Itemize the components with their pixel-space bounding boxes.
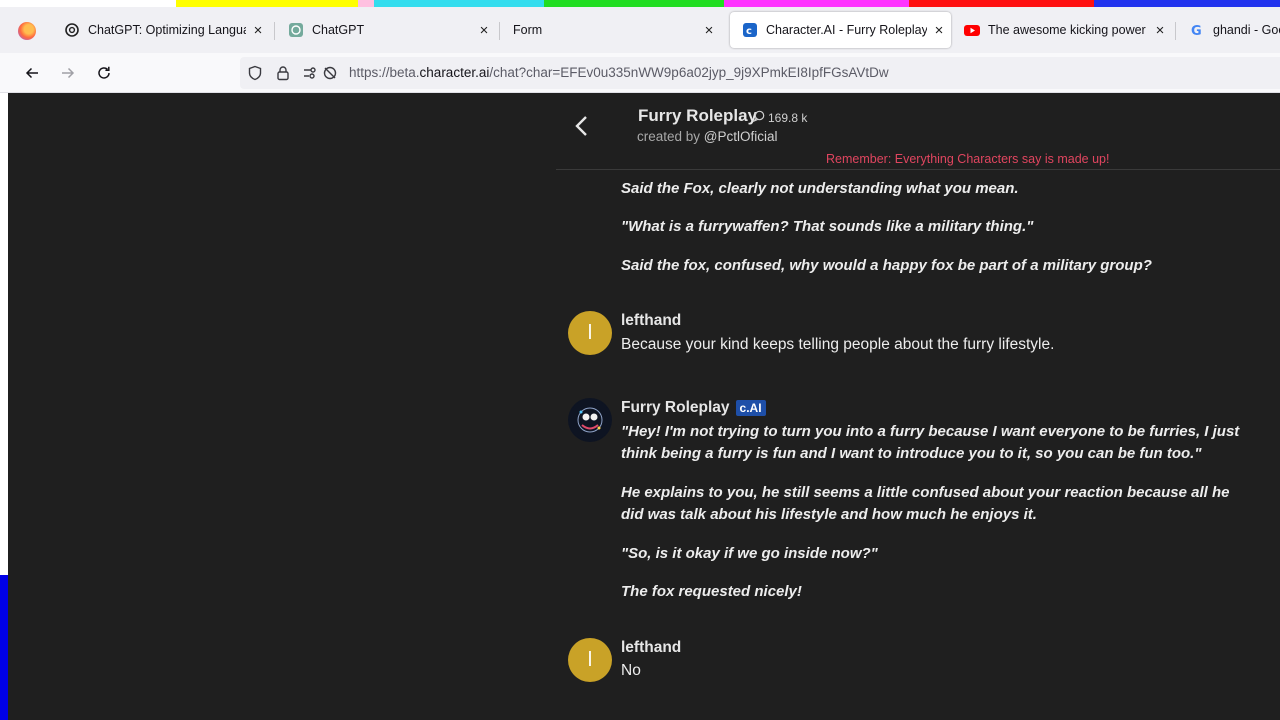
close-icon[interactable]: ×	[246, 22, 270, 39]
chat-bubble-icon	[752, 110, 765, 125]
message-author: lefthand	[621, 639, 681, 657]
message-paragraph: He explains to you, he still seems a lit…	[621, 484, 1230, 523]
message-paragraph: Said the Fox, clearly not understanding …	[621, 180, 1019, 197]
close-icon[interactable]: ×	[1148, 22, 1172, 39]
url-path: /chat?char=EFEv0u335nWW9p6a02jyp_9j9XPmk…	[489, 65, 889, 80]
message-paragraph: "So, is it okay if we go inside now?"	[621, 545, 878, 562]
reload-icon[interactable]	[93, 62, 115, 84]
message-author: lefthand	[621, 312, 681, 330]
screen-color-strip	[0, 0, 1280, 7]
chatgpt-icon	[288, 22, 304, 38]
tab-google[interactable]: G ghandi - Goo	[1177, 12, 1280, 48]
firefox-icon[interactable]	[18, 22, 36, 40]
google-icon: G	[1189, 22, 1205, 38]
message-paragraph: The fox requested nicely!	[621, 583, 802, 600]
author-name: lefthand	[621, 639, 682, 656]
message-paragraph: Said the fox, confused, why would a happ…	[621, 257, 1152, 274]
message-text: No	[621, 662, 641, 679]
character-avatar[interactable]	[568, 398, 612, 442]
message-paragraph: "Hey! I'm not trying to turn you into a …	[621, 423, 1240, 462]
forward-arrow-icon[interactable]	[57, 62, 79, 84]
tab-characterai[interactable]: c Character.AI - Furry Roleplay ×	[730, 12, 951, 48]
avatar[interactable]: l	[568, 638, 612, 682]
author-name: lefthand	[621, 312, 682, 329]
close-icon[interactable]: ×	[927, 22, 951, 39]
tab-bar: ChatGPT: Optimizing Language × ChatGPT ×…	[0, 7, 1280, 53]
tab-label: ChatGPT	[312, 23, 365, 37]
creator-handle[interactable]: @PctlOficial	[704, 129, 778, 144]
lock-icon[interactable]	[275, 65, 291, 81]
svg-text:c: c	[746, 26, 752, 37]
tracking-blocked-icon[interactable]	[322, 65, 338, 81]
tab-youtube[interactable]: The awesome kicking power of ×	[952, 12, 1172, 48]
url-domain: character.ai	[419, 65, 490, 80]
created-by-label: created by	[637, 129, 704, 144]
message-text: Because your kind keeps telling people a…	[621, 336, 1055, 353]
svg-text:G: G	[1191, 24, 1202, 38]
character-name[interactable]: Furry Roleplay	[638, 106, 757, 126]
message-paragraph: "What is a furrywaffen? That sounds like…	[621, 218, 1034, 235]
author-name: Furry Roleplay	[621, 399, 730, 416]
close-icon[interactable]: ×	[697, 22, 721, 39]
permissions-icon[interactable]	[302, 65, 318, 81]
url-text[interactable]: https://beta.character.ai/chat?char=EFEv…	[349, 65, 889, 80]
tab-label: ChatGPT: Optimizing Language	[88, 23, 246, 37]
back-arrow-icon[interactable]	[21, 62, 43, 84]
tab-label: The awesome kicking power of	[988, 23, 1148, 37]
navigation-bar: https://beta.character.ai/chat?char=EFEv…	[0, 53, 1280, 93]
youtube-icon	[964, 22, 980, 38]
tab-separator	[499, 22, 500, 40]
chat-header: Furry Roleplay 169.8 k created by @PctlO…	[556, 93, 1280, 170]
shield-icon[interactable]	[247, 65, 263, 81]
avatar[interactable]: l	[568, 311, 612, 355]
interaction-count-value: 169.8 k	[768, 110, 808, 125]
tab-chatgpt-optimizing[interactable]: ChatGPT: Optimizing Language ×	[52, 12, 270, 48]
cai-badge: c.AI	[735, 400, 766, 416]
characterai-icon: c	[742, 22, 758, 38]
address-bar[interactable]: https://beta.character.ai/chat?char=EFEv…	[240, 57, 1280, 89]
creator-line: created by @PctlOficial	[637, 129, 778, 144]
openai-icon	[64, 22, 80, 38]
url-prefix: https://beta.	[349, 65, 420, 80]
interaction-count: 169.8 k	[752, 110, 808, 125]
tab-form[interactable]: Form ×	[501, 12, 721, 48]
close-icon[interactable]: ×	[472, 22, 496, 39]
tab-label: ghandi - Goo	[1213, 23, 1280, 37]
disclaimer-text: Remember: Everything Characters say is m…	[826, 152, 1110, 166]
back-chevron-icon[interactable]	[573, 113, 591, 139]
message-author: Furry Roleplay c.AI	[621, 399, 766, 417]
tab-separator	[1175, 22, 1176, 40]
tab-chatgpt[interactable]: ChatGPT ×	[276, 12, 496, 48]
tab-label: Character.AI - Furry Roleplay	[766, 23, 927, 37]
page-viewport: Furry Roleplay 169.8 k created by @PctlO…	[0, 93, 1280, 720]
tab-separator	[274, 22, 275, 40]
window-edge-accent	[0, 575, 8, 720]
tab-label: Form	[513, 23, 543, 37]
